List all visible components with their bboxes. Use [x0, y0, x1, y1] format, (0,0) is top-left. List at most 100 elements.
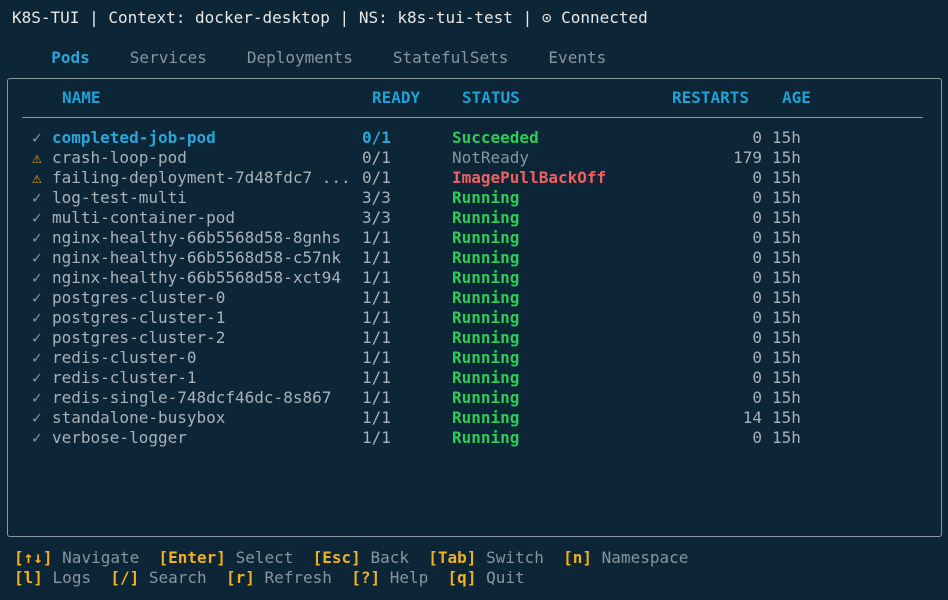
- table-row[interactable]: ✓ nginx-healthy-66b5568d58-8gnhs 1/1 Runnin…: [8, 228, 941, 248]
- pod-age: 15h: [772, 128, 801, 147]
- pod-ready: 1/1: [362, 368, 391, 387]
- pod-age: 15h: [772, 408, 801, 427]
- pod-age: 15h: [772, 288, 801, 307]
- table-row[interactable]: ✓ verbose-logger 1/1 Running 0 15h: [8, 428, 941, 448]
- table-row[interactable]: ✓ nginx-healthy-66b5568d58-c57nk 1/1 Runnin…: [8, 248, 941, 268]
- tab-statefulsets[interactable]: StatefulSets: [393, 48, 509, 68]
- shortcut-desc: Logs: [52, 568, 92, 587]
- pod-name: postgres-cluster-2: [52, 328, 226, 347]
- column-header-name[interactable]: NAME: [62, 88, 101, 108]
- pod-restarts: 14: [742, 408, 762, 427]
- pod-ready: 0/1: [362, 128, 391, 147]
- table-row[interactable]: ✓ redis-cluster-1 1/1 Running 0 15h: [8, 368, 941, 388]
- table-row[interactable]: ✓ redis-single-748dcf46dc-8s867 1/1 Running…: [8, 388, 941, 408]
- pod-name: nginx-healthy-66b5568d58-xct94: [52, 268, 341, 287]
- pod-restarts: 0: [752, 328, 762, 347]
- shortcut-hint: [↑↓] Navigate: [14, 548, 159, 567]
- shortcut-desc: Help: [389, 568, 429, 587]
- header-bar: K8S-TUI | Context: docker-desktop | NS: …: [12, 8, 648, 27]
- table-row[interactable]: ✓ log-test-multi 3/3 Running 0 15h: [8, 188, 941, 208]
- pod-status: Running: [452, 388, 520, 407]
- tab-events[interactable]: Events: [548, 48, 606, 68]
- pod-age: 15h: [772, 328, 801, 347]
- shortcut-key: [Esc]: [312, 548, 361, 567]
- table-header: NAME READY STATUS RESTARTS AGE: [8, 88, 941, 108]
- pod-ready: 1/1: [362, 268, 391, 287]
- check-icon: ✓: [32, 388, 42, 407]
- pod-status: Running: [452, 208, 520, 227]
- pod-name: postgres-cluster-0: [52, 288, 226, 307]
- pod-restarts: 0: [752, 248, 762, 267]
- column-header-age[interactable]: AGE: [782, 88, 811, 108]
- shortcut-hint: [n] Namespace: [563, 548, 688, 567]
- shortcut-desc: Navigate: [62, 548, 140, 567]
- pod-name: completed-job-pod: [52, 128, 216, 147]
- tab-services[interactable]: Services: [130, 48, 207, 68]
- tab-deployments[interactable]: Deployments: [247, 48, 353, 68]
- shortcut-key: [/]: [110, 568, 140, 587]
- pod-ready: 1/1: [362, 428, 391, 447]
- pod-age: 15h: [772, 348, 801, 367]
- table-row[interactable]: ✓ postgres-cluster-1 1/1 Running 0 15h: [8, 308, 941, 328]
- pod-name: redis-cluster-0: [52, 348, 197, 367]
- pod-restarts: 0: [752, 268, 762, 287]
- table-row[interactable]: ⚠ failing-deployment-7d48fdc7 ... 0/1 Image…: [8, 168, 941, 188]
- pod-name: failing-deployment-7d48fdc7 ...: [52, 168, 351, 187]
- table-row[interactable]: ✓ completed-job-pod 0/1 Succeeded 0 15h: [8, 128, 941, 148]
- table-row[interactable]: ✓ standalone-busybox 1/1 Running 14 15h: [8, 408, 941, 428]
- pod-age: 15h: [772, 268, 801, 287]
- shortcut-key: [↑↓]: [14, 548, 53, 567]
- pod-name: redis-cluster-1: [52, 368, 197, 387]
- pod-name: nginx-healthy-66b5568d58-8gnhs: [52, 228, 341, 247]
- table-row[interactable]: ✓ postgres-cluster-0 1/1 Running 0 15h: [8, 288, 941, 308]
- pod-status: Running: [452, 288, 520, 307]
- shortcut-desc: Search: [148, 568, 207, 587]
- shortcut-desc: Select: [235, 548, 294, 567]
- pod-status: Running: [452, 228, 520, 247]
- table-row[interactable]: ✓ redis-cluster-0 1/1 Running 0 15h: [8, 348, 941, 368]
- pod-restarts: 0: [752, 308, 762, 327]
- shortcut-desc: Back: [370, 548, 409, 567]
- table-row[interactable]: ✓ multi-container-pod 3/3 Running 0 15h: [8, 208, 941, 228]
- header-divider: [22, 117, 923, 118]
- check-icon: ✓: [32, 248, 42, 267]
- tab-bar: Pods Services Deployments StatefulSets Event…: [32, 28, 646, 67]
- pod-status: ImagePullBackOff: [452, 168, 607, 187]
- pod-age: 15h: [772, 168, 801, 187]
- tab-pods[interactable]: Pods: [51, 48, 90, 68]
- pod-restarts: 0: [752, 208, 762, 227]
- namespace-label: NS: k8s-tui-test: [358, 8, 513, 27]
- table-row[interactable]: ✓ postgres-cluster-2 1/1 Running 0 15h: [8, 328, 941, 348]
- column-header-status[interactable]: STATUS: [462, 88, 520, 108]
- pod-restarts: 0: [752, 168, 762, 187]
- shortcut-key: [Tab]: [428, 548, 477, 567]
- pod-ready: 1/1: [362, 228, 391, 247]
- pod-age: 15h: [772, 368, 801, 387]
- app-title: K8S-TUI: [12, 8, 80, 27]
- check-icon: ✓: [32, 208, 42, 227]
- pod-name: log-test-multi: [52, 188, 187, 207]
- table-row[interactable]: ⚠ crash-loop-pod 0/1 NotReady 179 15h: [8, 148, 941, 168]
- pod-ready: 0/1: [362, 148, 391, 167]
- shortcut-key: [n]: [563, 548, 593, 567]
- check-icon: ✓: [32, 308, 42, 327]
- warning-icon: ⚠: [32, 148, 42, 167]
- pod-age: 15h: [772, 388, 801, 407]
- shortcut-desc: Refresh: [264, 568, 332, 587]
- column-header-ready[interactable]: READY: [372, 88, 420, 108]
- check-icon: ✓: [32, 188, 42, 207]
- shortcut-key: [Enter]: [158, 548, 226, 567]
- table-row[interactable]: ✓ nginx-healthy-66b5568d58-xct94 1/1 Runnin…: [8, 268, 941, 288]
- pod-name: redis-single-748dcf46dc-8s867: [52, 388, 332, 407]
- pod-ready: 1/1: [362, 388, 391, 407]
- shortcut-key: [q]: [447, 568, 477, 587]
- shortcut-hint: [Tab] Switch: [428, 548, 563, 567]
- pod-ready: 1/1: [362, 288, 391, 307]
- pod-age: 15h: [772, 308, 801, 327]
- pod-status: Running: [452, 368, 520, 387]
- pod-name: postgres-cluster-1: [52, 308, 226, 327]
- column-header-restarts[interactable]: RESTARTS: [672, 88, 749, 108]
- check-icon: ✓: [32, 408, 42, 427]
- help-bar-line-2: [l] Logs [/] Search [r] Refresh [?] Help…: [14, 568, 525, 588]
- shortcut-hint: [r] Refresh: [226, 568, 351, 587]
